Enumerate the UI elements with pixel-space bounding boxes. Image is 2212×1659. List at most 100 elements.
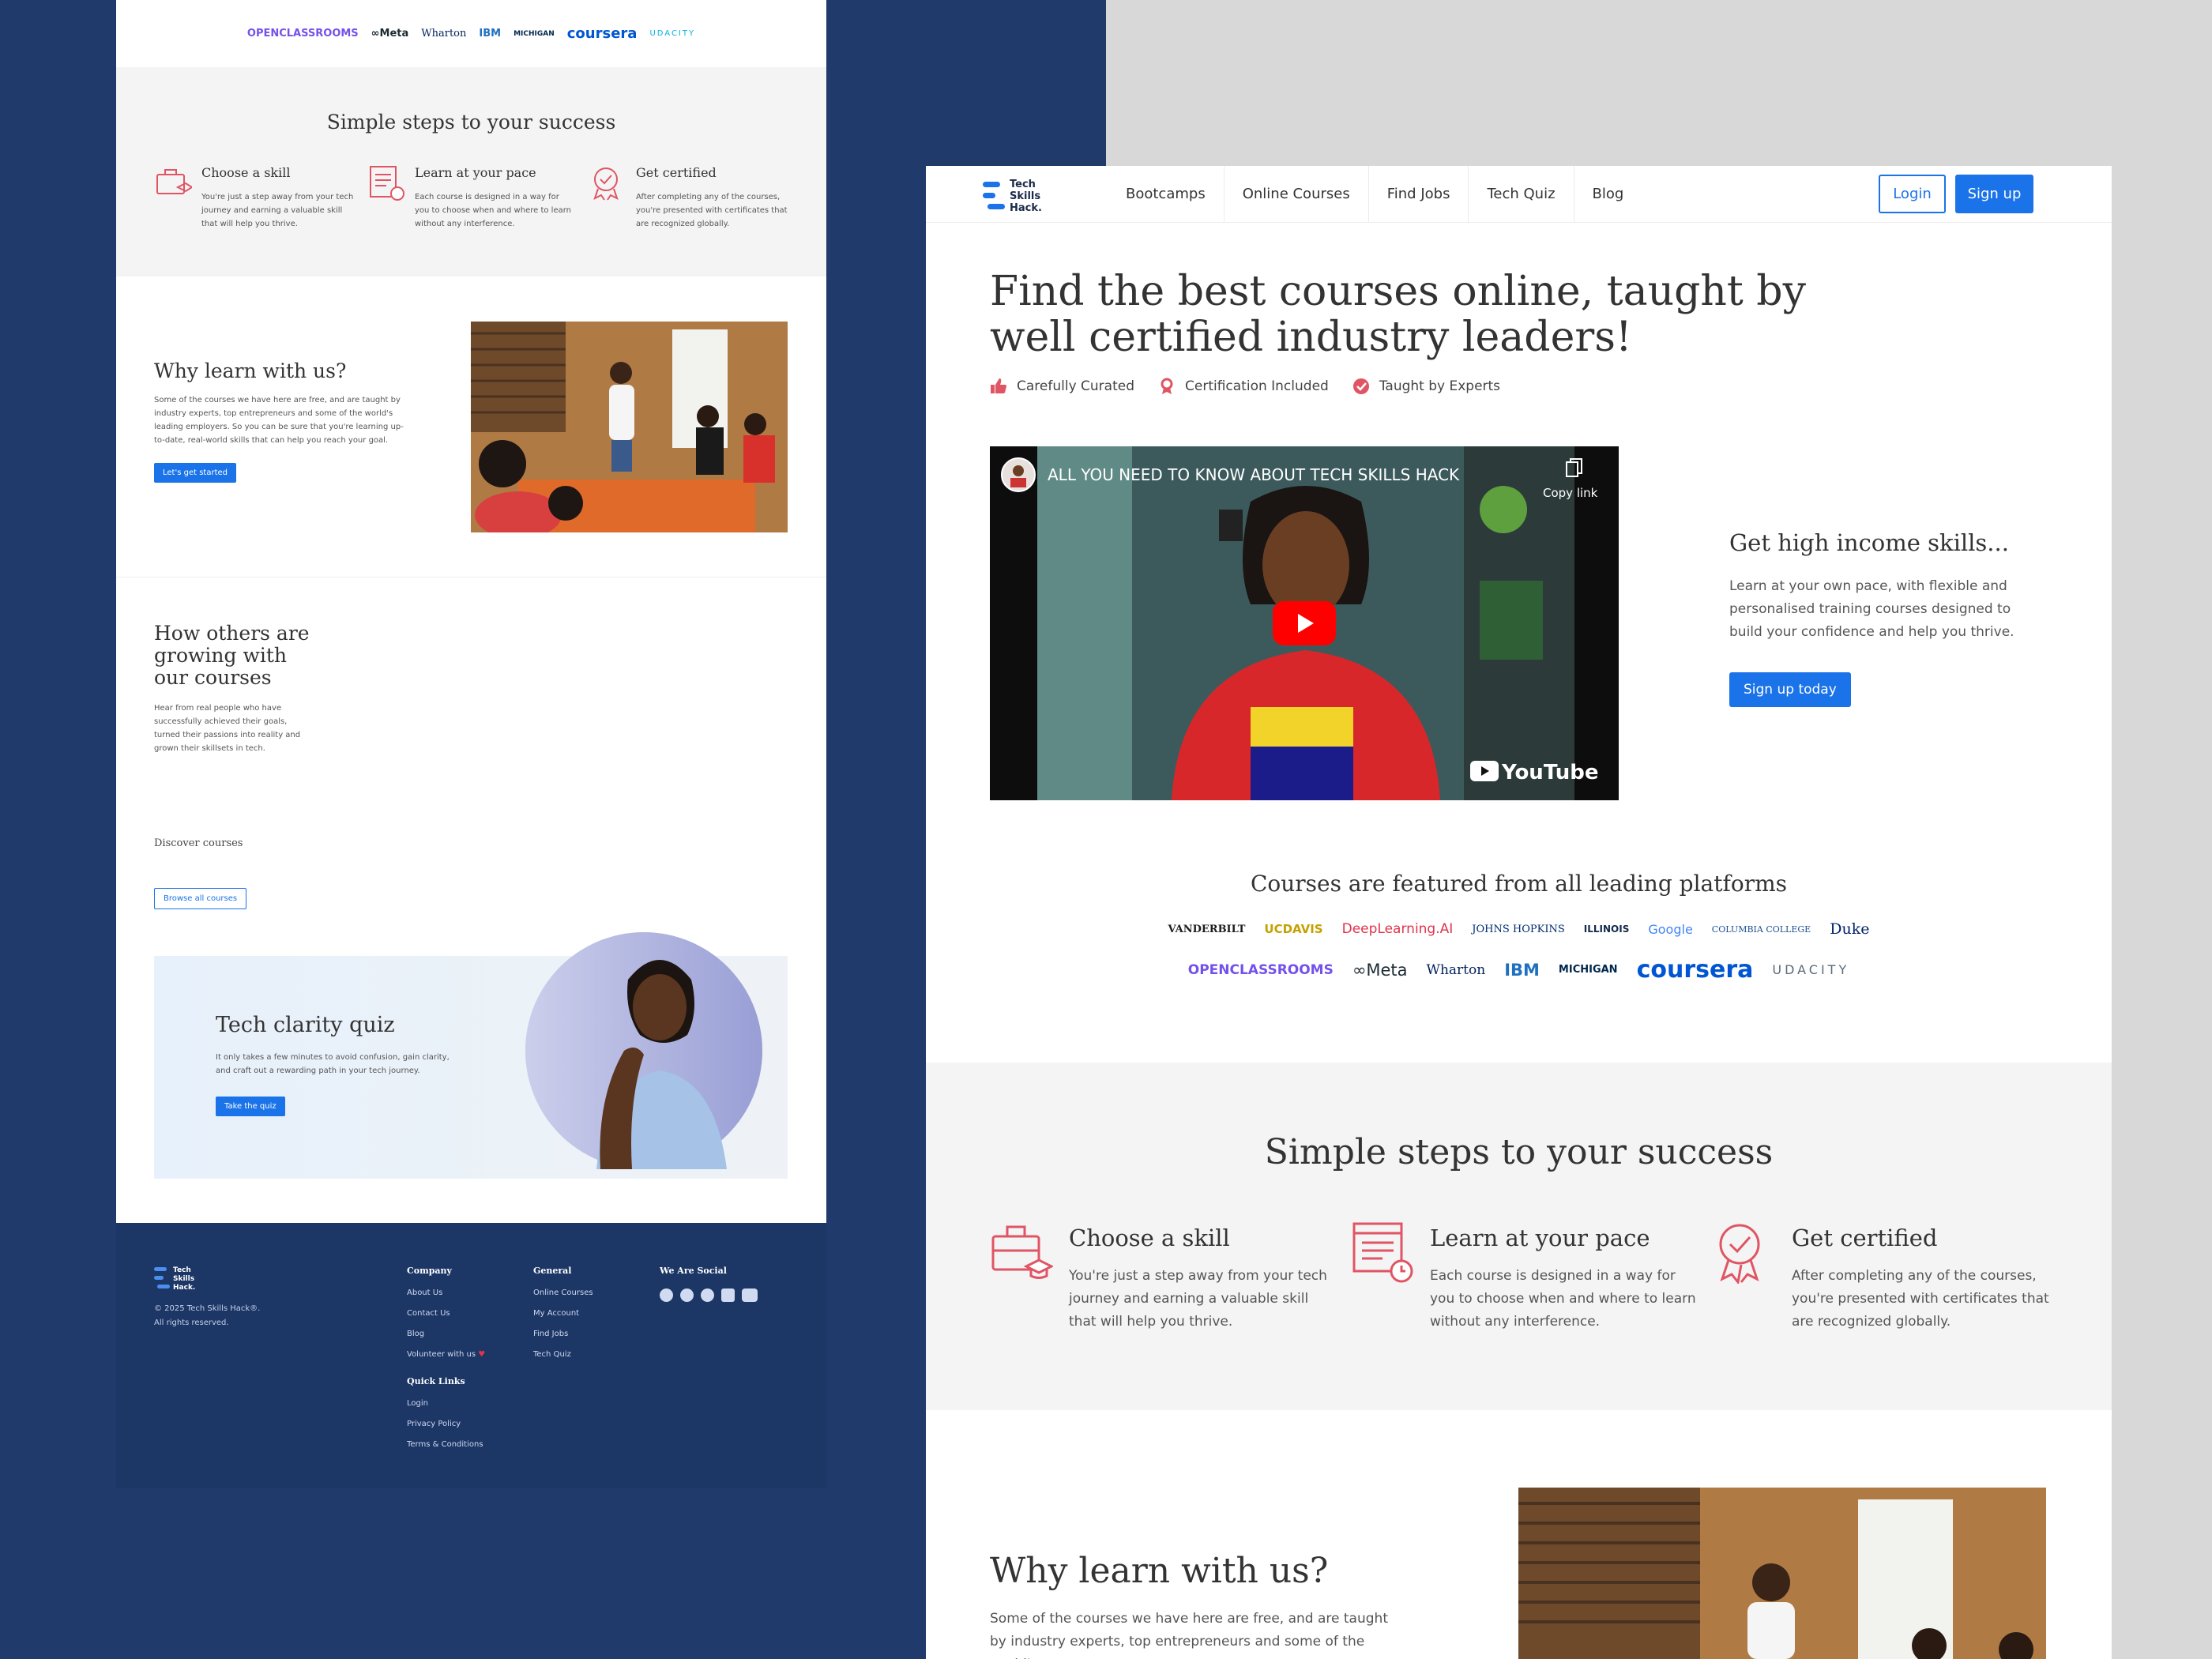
steps-title: Simple steps to your success	[326, 111, 616, 134]
document-clock-icon	[1352, 1222, 1413, 1283]
footer-link-blog[interactable]: Blog	[407, 1330, 485, 1338]
certificate-badge-icon	[593, 167, 619, 201]
social-icons	[660, 1288, 758, 1302]
footer-general: General Online Courses My Account Find J…	[533, 1266, 593, 1371]
nav-item-bootcamps[interactable]: Bootcamps	[1108, 166, 1224, 223]
youtube-video-player[interactable]: ALL YOU NEED TO KNOW ABOUT TECH SKILLS H…	[990, 446, 1619, 800]
footer-link-privacy[interactable]: Privacy Policy	[407, 1420, 485, 1428]
footer-col-title: We Are Social	[660, 1266, 727, 1276]
copy-icon[interactable]	[1565, 457, 1584, 480]
why-section: Why learn with us? Some of the courses w…	[154, 359, 411, 483]
footer-link-my-account[interactable]: My Account	[533, 1309, 593, 1318]
footer-link-tech-quiz[interactable]: Tech Quiz	[533, 1350, 593, 1359]
play-button-icon[interactable]	[1273, 601, 1336, 645]
channel-avatar[interactable]	[1001, 457, 1036, 492]
linkedin-icon[interactable]	[721, 1288, 735, 1302]
logo-wharton: Wharton	[1426, 961, 1486, 978]
feature-experts: Taught by Experts	[1352, 378, 1500, 395]
svg-text:Skills: Skills	[1010, 190, 1040, 202]
steps-section: Simple steps to your success Choose a sk…	[116, 67, 826, 276]
sign-up-today-button[interactable]: Sign up today	[1729, 672, 1851, 707]
why-text: Some of the courses we have here are fre…	[154, 396, 404, 445]
income-skills-section: Get high income skills... Learn at your …	[1729, 529, 2045, 707]
tech-skills-hack-logo[interactable]: Tech Skills Hack.	[983, 177, 1062, 213]
footer-link-terms[interactable]: Terms & Conditions	[407, 1440, 485, 1449]
step-title: Choose a skill	[201, 165, 291, 180]
copyright: © 2025 Tech Skills Hack®. All rights res…	[154, 1302, 260, 1330]
testimonials-title: How others are growing with our courses	[154, 622, 310, 689]
step-text: After completing any of the courses, you…	[1792, 1268, 2049, 1330]
logo-vanderbilt: VANDERBILT	[1168, 923, 1246, 935]
volunteer-label: Volunteer with us	[407, 1350, 476, 1359]
step-title: Get certified	[636, 165, 717, 180]
copyright-line: © 2025 Tech Skills Hack®.	[154, 1304, 261, 1313]
take-the-quiz-button[interactable]: Take the quiz	[216, 1097, 285, 1116]
briefcase-icon	[991, 1225, 1053, 1279]
logo-johns-hopkins: JOHNS HOPKINS	[1472, 923, 1565, 935]
logo-coursera: coursera	[566, 25, 638, 42]
tech-skills-hack-logo[interactable]: Tech Skills Hack.	[154, 1264, 209, 1292]
rights-line: All rights reserved.	[154, 1319, 229, 1327]
svg-text:Hack.: Hack.	[173, 1284, 195, 1292]
lets-get-started-button[interactable]: Let's get started	[154, 463, 236, 483]
youtube-icon[interactable]	[742, 1288, 758, 1302]
step-text: Each course is designed in a way for you…	[1430, 1268, 1696, 1330]
platform-logos-row-2: OPENCLASSROOMS ∞Meta Wharton IBM MICHIGA…	[926, 956, 2112, 984]
footer-link-about[interactable]: About Us	[407, 1288, 485, 1297]
step-title: Learn at your pace	[415, 165, 536, 180]
svg-text:Tech: Tech	[173, 1266, 191, 1274]
logo-openclassrooms: OPENCLASSROOMS	[1187, 961, 1334, 978]
heart-icon: ♥	[478, 1350, 486, 1359]
logo-google: Google	[1648, 921, 1693, 937]
hero-title: Find the best courses online, taught by …	[990, 268, 1806, 361]
testimonials-section: How others are growing with our courses …	[154, 623, 312, 755]
step-title: Choose a skill	[1069, 1224, 1230, 1251]
logo-udacity: UDACITY	[649, 29, 696, 38]
award-ribbon-icon	[1161, 378, 1173, 394]
svg-text:Hack.: Hack.	[1010, 202, 1042, 213]
footer-link-login[interactable]: Login	[407, 1399, 485, 1408]
signup-button[interactable]: Sign up	[1955, 175, 2033, 213]
footer-link-find-jobs[interactable]: Find Jobs	[533, 1330, 593, 1338]
footer-link-contact[interactable]: Contact Us	[407, 1309, 485, 1318]
platforms-title: Courses are featured from all leading pl…	[1250, 871, 1787, 897]
discover-courses-label: Discover courses	[154, 837, 243, 849]
logo-ucdavis: UCDAVIS	[1264, 922, 1323, 936]
logo-udacity: UDACITY	[1772, 962, 1850, 977]
nav-item-tech-quiz[interactable]: Tech Quiz	[1469, 166, 1574, 223]
nav-item-online-courses[interactable]: Online Courses	[1224, 166, 1369, 223]
testimonials-text: Hear from real people who have successfu…	[154, 704, 301, 753]
income-title: Get high income skills...	[1729, 529, 2009, 556]
facebook-icon[interactable]	[660, 1288, 673, 1302]
svg-text:Tech: Tech	[1010, 179, 1036, 190]
nav-menu: Bootcamps Online Courses Find Jobs Tech …	[1108, 166, 1642, 223]
footer-link-online-courses[interactable]: Online Courses	[533, 1288, 593, 1297]
youtube-wordmark[interactable]: YouTube	[1502, 761, 1598, 784]
twitter-icon[interactable]	[701, 1288, 714, 1302]
copy-link-label[interactable]: Copy link	[1543, 486, 1597, 500]
login-button[interactable]: Login	[1879, 175, 1946, 213]
footer-col-title: Company	[407, 1266, 452, 1276]
step-title: Get certified	[1792, 1224, 1938, 1251]
top-navbar: Tech Skills Hack. Bootcamps Online Cours…	[926, 166, 2112, 223]
steps-section: Simple steps to your success Choose a sk…	[926, 1063, 2112, 1410]
footer-col-title: General	[533, 1266, 572, 1276]
why-text: Some of the courses we have here are fre…	[990, 1611, 1388, 1659]
steps-title: Simple steps to your success	[1264, 1132, 1774, 1172]
logo-coursera: coursera	[1636, 956, 1754, 984]
nav-item-find-jobs[interactable]: Find Jobs	[1369, 166, 1469, 223]
logo-columbia: COLUMBIA COLLEGE	[1711, 924, 1811, 935]
logo-michigan: MICHIGAN	[1558, 964, 1618, 976]
partner-logos-strip: OPENCLASSROOMS ∞Meta Wharton IBM MICHIGA…	[116, 0, 826, 67]
logo-ibm: IBM	[1504, 960, 1540, 980]
step-text: You're just a step away from your tech j…	[201, 193, 354, 228]
why-title: Why learn with us?	[154, 359, 347, 382]
income-text: Learn at your own pace, with flexible an…	[1729, 578, 2014, 640]
browse-all-courses-button[interactable]: Browse all courses	[154, 888, 247, 909]
nav-item-blog[interactable]: Blog	[1574, 166, 1642, 223]
logo-ibm: IBM	[479, 28, 502, 40]
logo-wharton: Wharton	[421, 28, 467, 40]
footer-link-volunteer[interactable]: Volunteer with us ♥	[407, 1350, 485, 1359]
video-title[interactable]: ALL YOU NEED TO KNOW ABOUT TECH SKILLS H…	[1048, 465, 1459, 484]
instagram-icon[interactable]	[680, 1288, 694, 1302]
